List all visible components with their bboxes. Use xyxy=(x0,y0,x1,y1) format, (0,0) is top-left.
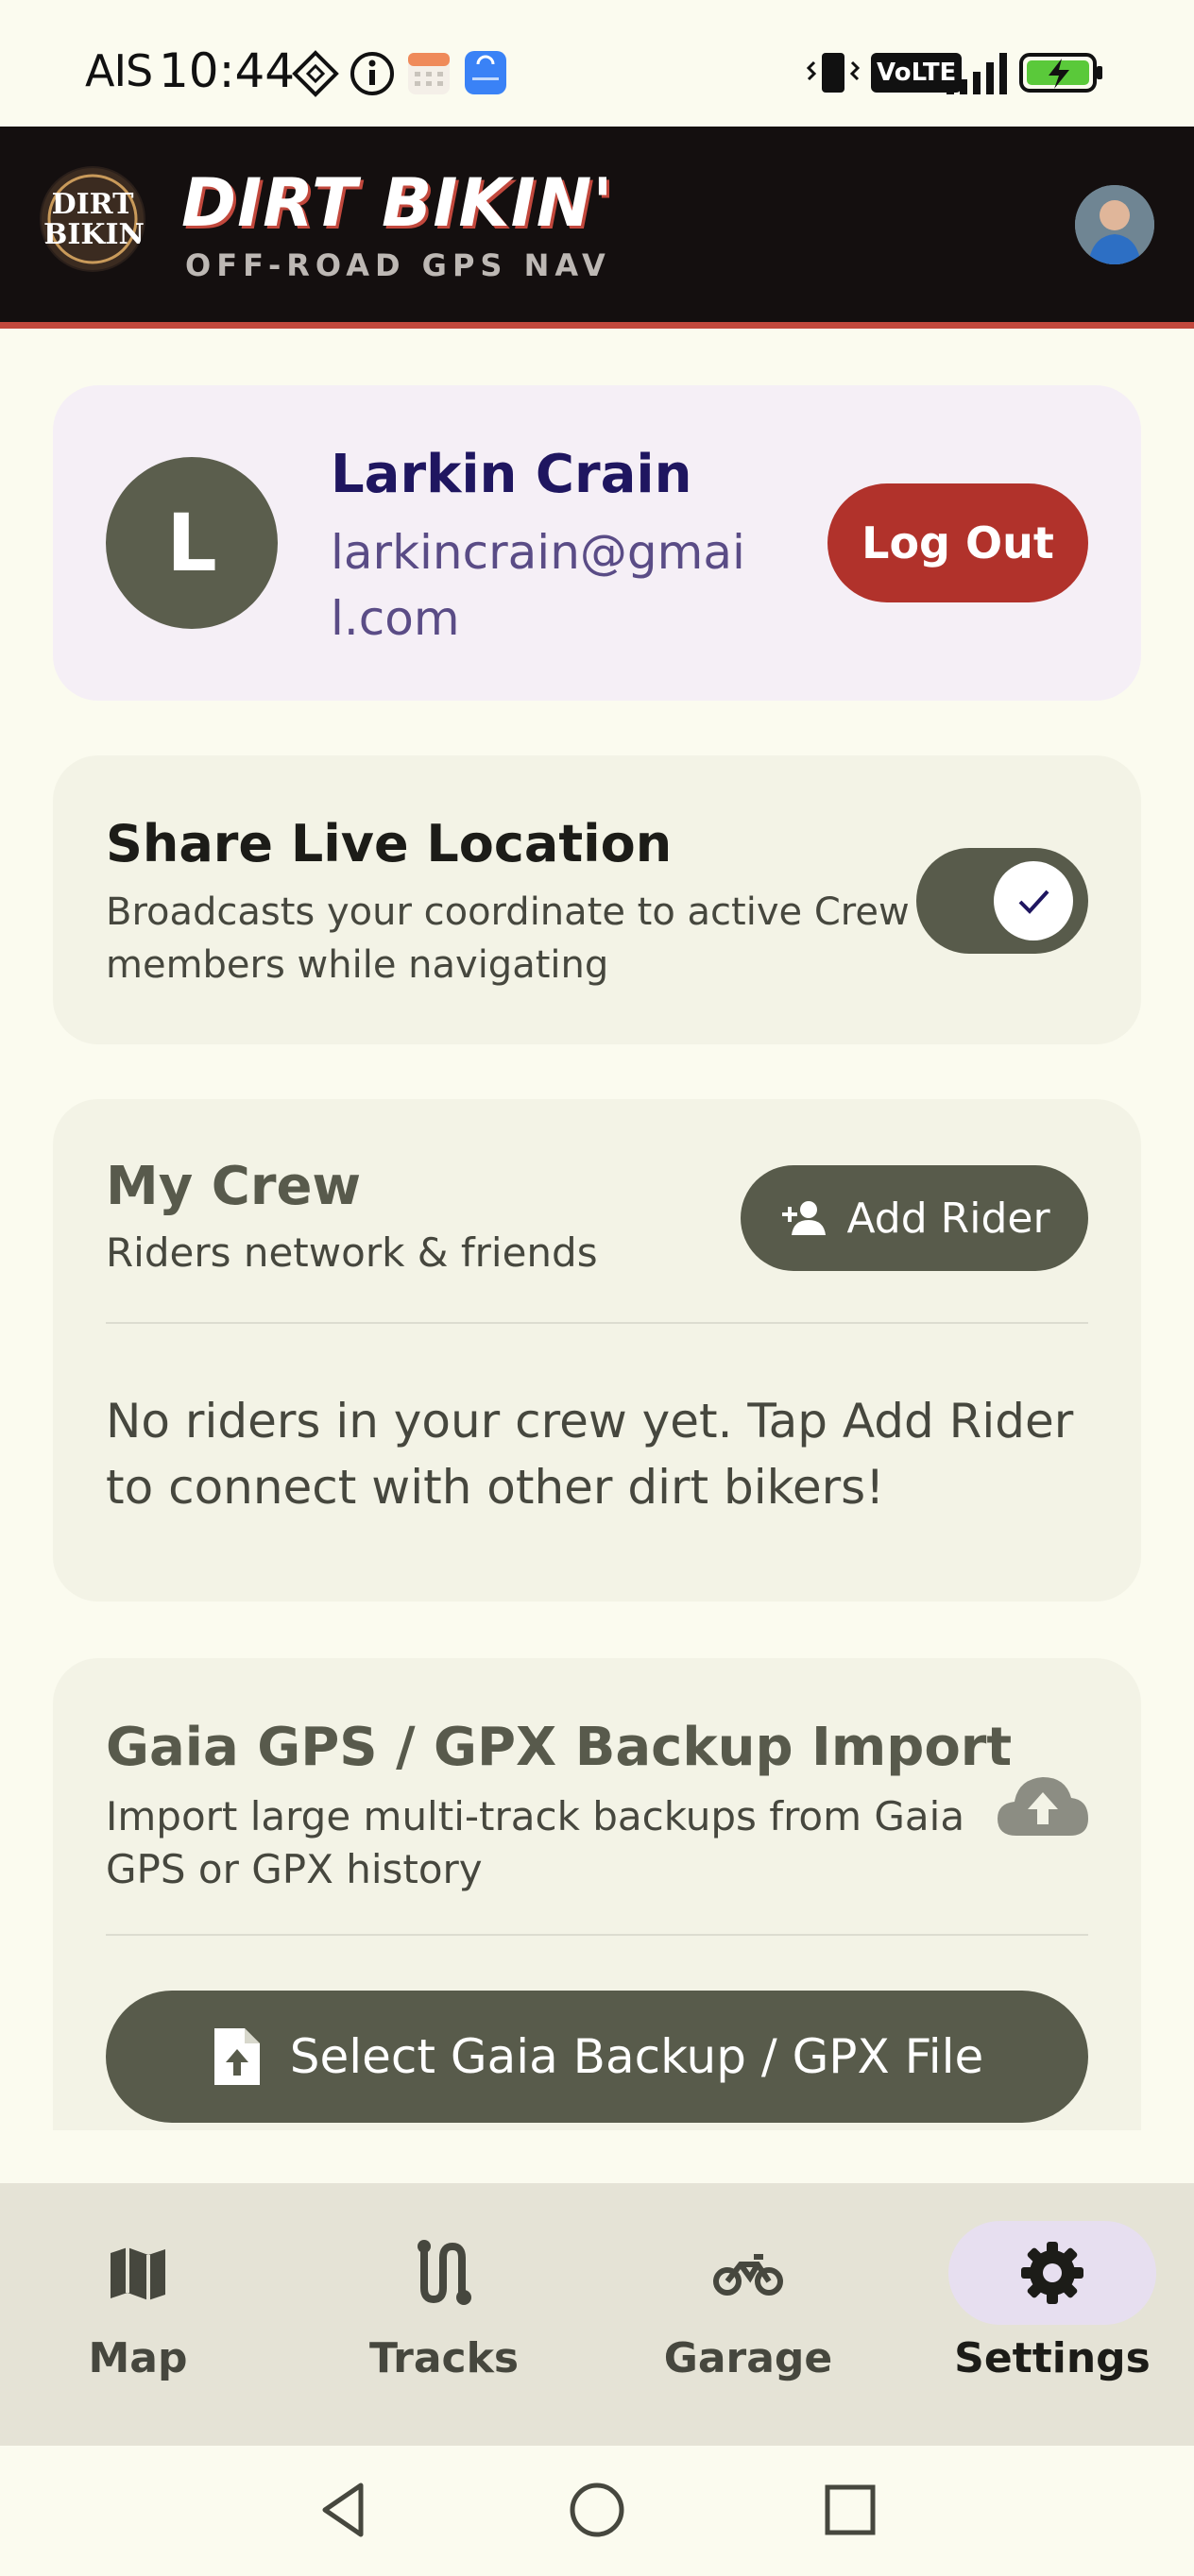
user-email: larkincrain@gmail.com xyxy=(331,525,745,646)
app-header: DIRT BIKIN DIRT BIKIN' OFF-ROAD GPS NAV xyxy=(0,127,1194,329)
crew-subtitle: Riders network & friends xyxy=(106,1229,598,1276)
app-market-icon xyxy=(465,51,506,94)
profile-avatar[interactable] xyxy=(1075,185,1154,264)
info-icon xyxy=(350,52,394,95)
gaia-divider xyxy=(106,1934,1088,1936)
gear-icon xyxy=(1021,2242,1083,2304)
share-location-description: Broadcasts your coordinate to active Cre… xyxy=(106,890,910,987)
select-gpx-file-button[interactable]: Select Gaia Backup / GPX File xyxy=(106,1991,1088,2123)
crew-card: My Crew Riders network & friends Add Rid… xyxy=(53,1099,1141,1602)
nav-label-settings: Settings xyxy=(954,2334,1151,2382)
status-clock: 10:44 xyxy=(159,43,296,98)
bottom-nav: Map Tracks Garage Settings xyxy=(0,2183,1194,2446)
share-location-title: Share Live Location xyxy=(106,814,673,873)
share-location-card: Share Live Location Broadcasts your coor… xyxy=(53,755,1141,1044)
user-card: L Larkin Crain larkincrain@gmail.com Log… xyxy=(53,385,1141,701)
nav-label-tracks: Tracks xyxy=(368,2334,520,2382)
nav-label-garage: Garage xyxy=(663,2334,833,2382)
map-icon xyxy=(111,2247,165,2300)
crew-empty-message: No riders in your crew yet. Tap Add Ride… xyxy=(106,1394,1074,1515)
brand-tagline: OFF-ROAD GPS NAV xyxy=(185,247,611,283)
brand-title: DIRT BIKIN' xyxy=(181,164,614,242)
gaia-import-card: Gaia GPS / GPX Backup Import Import larg… xyxy=(53,1658,1141,2130)
check-icon xyxy=(1018,890,1049,914)
crew-divider xyxy=(106,1322,1088,1324)
logo-text-top: DIRT xyxy=(51,188,134,221)
recents-icon[interactable] xyxy=(822,2482,878,2538)
diamond-nav-icon xyxy=(292,50,339,97)
toggle-knob xyxy=(994,861,1073,941)
share-location-toggle[interactable] xyxy=(916,848,1088,954)
signal-icon xyxy=(947,53,1007,94)
logo-text-bottom: BIKIN xyxy=(43,218,145,251)
system-navigation-bar xyxy=(0,2446,1194,2576)
home-icon[interactable] xyxy=(567,2480,627,2540)
nav-item-tracks[interactable]: Tracks xyxy=(331,2221,557,2410)
user-name: Larkin Crain xyxy=(331,444,692,505)
nav-item-garage[interactable]: Garage xyxy=(635,2221,861,2410)
logout-button[interactable]: Log Out xyxy=(827,483,1088,602)
back-icon[interactable] xyxy=(317,2480,370,2540)
avatar: L xyxy=(106,457,278,629)
gaia-import-title: Gaia GPS / GPX Backup Import xyxy=(106,1717,1013,1778)
file-upload-icon xyxy=(213,2028,260,2085)
carrier-label: AIS xyxy=(85,45,153,96)
crew-title: My Crew xyxy=(106,1156,362,1217)
vibrate-icon xyxy=(806,53,861,93)
add-rider-label: Add Rider xyxy=(846,1194,1050,1243)
nav-item-map[interactable]: Map xyxy=(25,2221,251,2410)
nav-active-indicator xyxy=(948,2221,1156,2325)
battery-charging-icon xyxy=(1019,53,1102,93)
gaia-import-description: Import large multi-track backups from Ga… xyxy=(106,1793,965,1892)
cloud-upload-icon xyxy=(998,1777,1088,1836)
nav-label-map: Map xyxy=(88,2334,188,2382)
route-icon xyxy=(418,2240,471,2305)
person-add-icon xyxy=(782,1201,827,1235)
nav-item-settings[interactable]: Settings xyxy=(939,2221,1166,2410)
motorcycle-icon xyxy=(713,2254,783,2296)
app-logo: DIRT BIKIN xyxy=(40,166,145,272)
status-bar: AIS 10:44 VoLTE xyxy=(0,0,1194,127)
select-gpx-file-label: Select Gaia Backup / GPX File xyxy=(289,2029,984,2084)
calendar-icon xyxy=(408,53,450,94)
add-rider-button[interactable]: Add Rider xyxy=(741,1165,1088,1271)
